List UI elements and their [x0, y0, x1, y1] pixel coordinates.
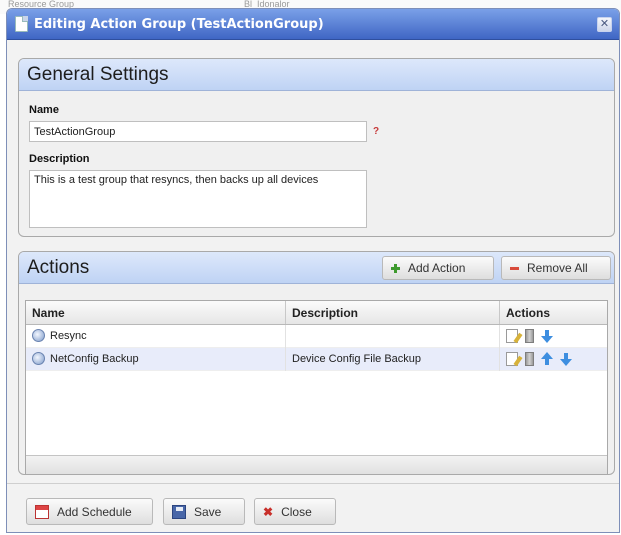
remove-all-button[interactable]: Remove All: [501, 256, 611, 280]
close-dialog-button[interactable]: ✕: [597, 17, 612, 32]
close-label: Close: [281, 504, 312, 519]
table-header: Name Description Actions: [26, 301, 607, 325]
background-text-right: Bl_Idonalor: [244, 0, 290, 9]
calendar-icon: [35, 504, 49, 519]
column-header-name[interactable]: Name: [26, 301, 286, 324]
table-row[interactable]: NetConfig Backup Device Config File Back…: [26, 347, 607, 371]
close-x-icon: ✖: [263, 504, 274, 519]
edit-icon[interactable]: [506, 351, 518, 366]
close-button[interactable]: ✖ Close: [254, 498, 336, 525]
row-name-cell: NetConfig Backup: [26, 347, 286, 371]
name-label: Name: [29, 104, 59, 116]
general-settings-header: General Settings: [19, 59, 614, 91]
trash-icon[interactable]: [525, 328, 535, 343]
arrow-down-icon[interactable]: [541, 329, 554, 343]
description-textarea[interactable]: This is a test group that resyncs, then …: [29, 170, 367, 228]
row-description: [286, 324, 500, 348]
action-icon: [32, 329, 45, 343]
table-footer: [26, 455, 607, 474]
row-name: Resync: [50, 329, 87, 342]
row-name-cell: Resync: [26, 324, 286, 348]
row-name: NetConfig Backup: [50, 352, 139, 365]
required-icon: ?: [373, 126, 380, 137]
trash-icon[interactable]: [525, 351, 535, 366]
row-description: Device Config File Backup: [286, 347, 500, 371]
dialog-titlebar[interactable]: Editing Action Group (TestActionGroup) ✕: [7, 9, 619, 40]
action-icon: [32, 352, 45, 366]
arrow-up-icon[interactable]: [541, 352, 554, 366]
actions-header: Actions Add Action Remove All: [19, 252, 614, 284]
actions-panel: Actions Add Action Remove All Name Descr…: [18, 251, 615, 475]
row-actions-cell: [500, 348, 607, 371]
background-text-left: Resource Group: [8, 0, 75, 9]
row-actions-cell: [500, 325, 607, 348]
add-schedule-button[interactable]: Add Schedule: [26, 498, 153, 525]
document-icon: [15, 16, 28, 32]
floppy-disk-icon: [172, 504, 186, 519]
save-label: Save: [194, 504, 222, 519]
actions-title: Actions: [27, 257, 90, 278]
name-input[interactable]: [29, 121, 367, 142]
general-settings-title: General Settings: [27, 64, 169, 85]
add-action-label: Add Action: [408, 261, 466, 275]
general-settings-panel: General Settings Name ? Description This…: [18, 58, 615, 237]
arrow-down-icon[interactable]: [560, 352, 573, 366]
column-header-description[interactable]: Description: [286, 301, 500, 324]
edit-action-group-dialog: Editing Action Group (TestActionGroup) ✕…: [6, 8, 620, 533]
minus-icon: [510, 266, 519, 270]
plus-icon: [391, 263, 400, 273]
actions-table: Name Description Actions Resync NetConfi…: [25, 300, 608, 474]
table-row[interactable]: Resync: [26, 324, 607, 348]
remove-all-label: Remove All: [527, 261, 588, 275]
dialog-footer: Add Schedule Save ✖ Close: [7, 483, 619, 532]
add-schedule-label: Add Schedule: [57, 504, 132, 519]
dialog-title: Editing Action Group (TestActionGroup): [34, 17, 324, 32]
save-button[interactable]: Save: [163, 498, 245, 525]
column-header-actions[interactable]: Actions: [500, 301, 607, 324]
description-label: Description: [29, 153, 90, 165]
add-action-button[interactable]: Add Action: [382, 256, 494, 280]
edit-icon[interactable]: [506, 328, 518, 343]
